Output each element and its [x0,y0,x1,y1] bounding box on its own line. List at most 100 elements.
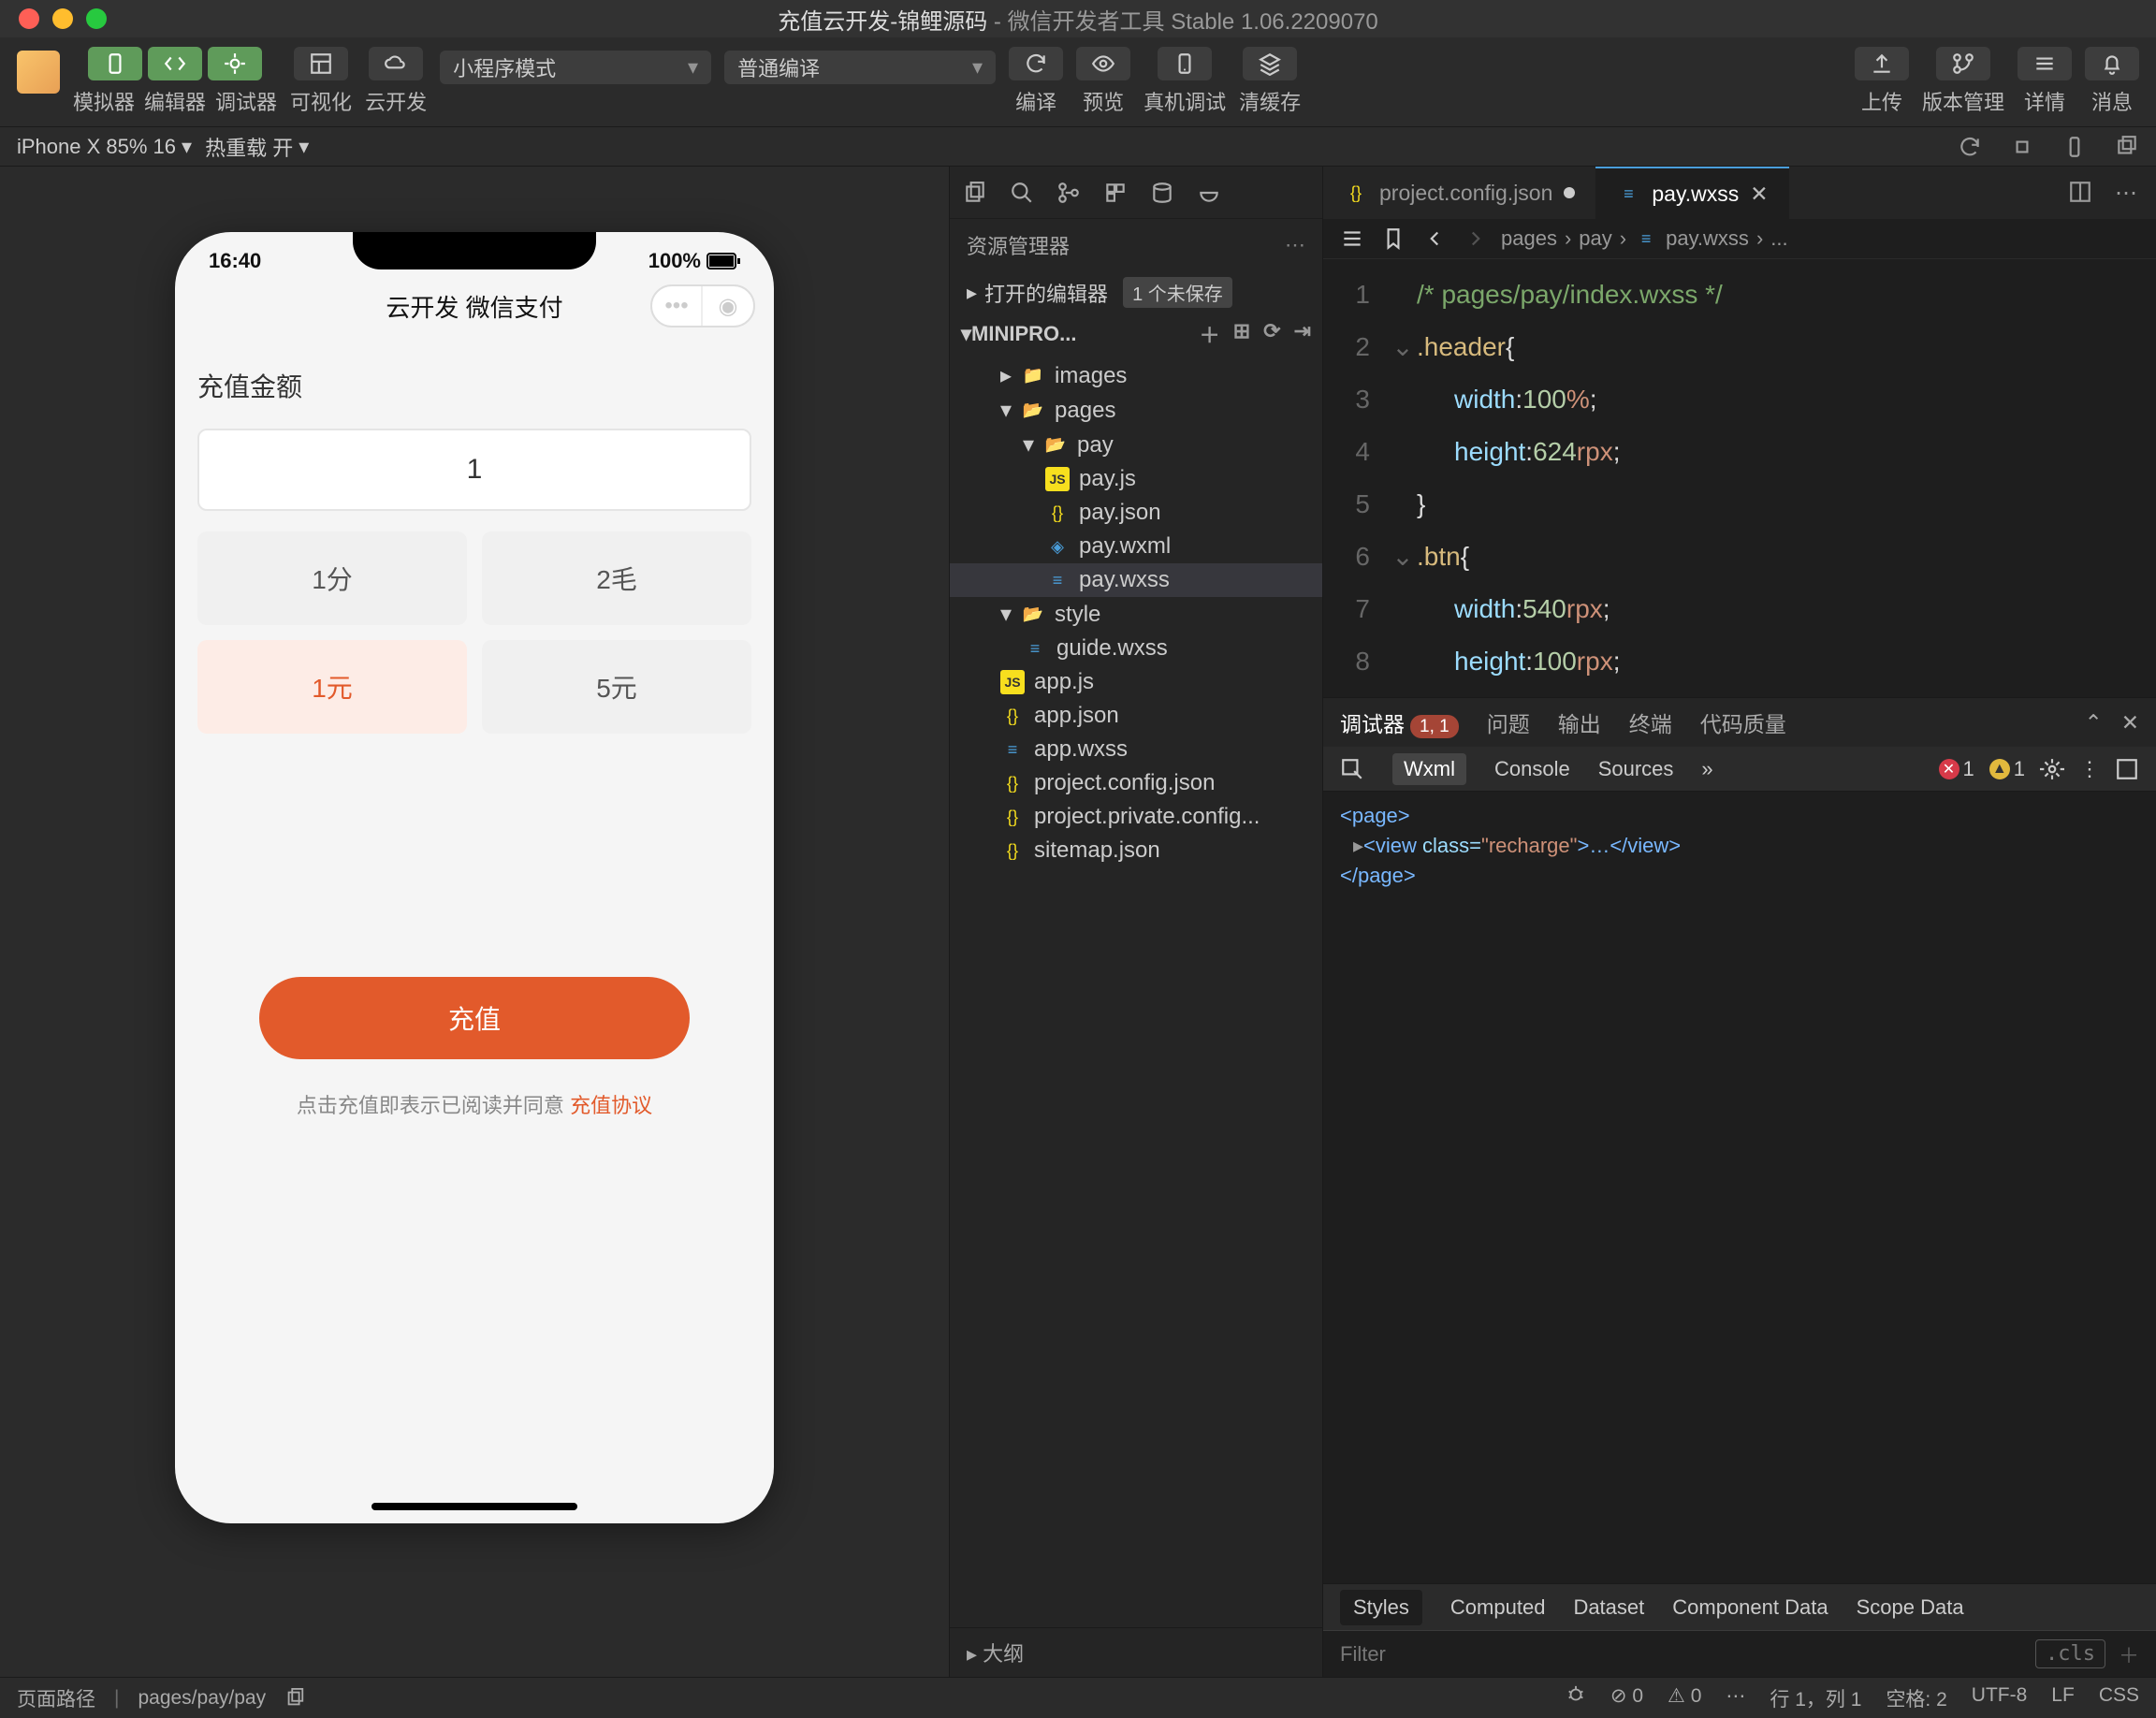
styles-tab-dataset[interactable]: Dataset [1573,1595,1644,1620]
dbg-tab-output[interactable]: 输出 [1558,706,1601,738]
more-icon[interactable]: ⋮ [2079,757,2100,781]
styles-tab-styles[interactable]: Styles [1340,1590,1422,1625]
chevron-up-icon[interactable]: ⌃ [2084,710,2102,735]
visualize-button[interactable] [294,47,348,80]
remote-debug-button[interactable] [1158,47,1212,80]
tree-file-pay-json[interactable]: {}pay.json [950,496,1322,530]
upload-button[interactable] [1855,47,1909,80]
styles-tab-scope-data[interactable]: Scope Data [1857,1595,1964,1620]
close-icon[interactable]: ✕ [2121,710,2139,735]
collapse-icon[interactable]: ⇥ [1294,319,1311,349]
more-icon[interactable]: ⋯ [1726,1684,1745,1712]
list-icon[interactable] [1340,226,1364,251]
git-icon[interactable] [1056,181,1081,205]
files-icon[interactable] [963,181,987,205]
dbg-tab-quality[interactable]: 代码质量 [1700,706,1786,738]
amount-pill-1[interactable]: 1分 [197,531,467,625]
mode-dropdown[interactable]: 小程序模式▾ [440,51,711,84]
split-icon[interactable] [2068,180,2092,204]
status-cursor[interactable]: 行 1，列 1 [1770,1684,1861,1712]
bug-icon[interactable] [1566,1684,1586,1705]
status-indent[interactable]: 空格: 2 [1886,1684,1946,1712]
editor-toggle[interactable] [148,47,202,80]
tree-file-pay-wxml[interactable]: ◈pay.wxml [950,530,1322,563]
close-icon[interactable]: ✕ [1750,182,1768,207]
tree-file-sitemap[interactable]: {}sitemap.json [950,834,1322,867]
zoom-window-icon[interactable] [86,8,107,29]
compile-dropdown[interactable]: 普通编译▾ [724,51,996,84]
more-icon[interactable]: ⋯ [2115,180,2137,207]
close-window-icon[interactable] [19,8,39,29]
popup-icon[interactable] [2115,135,2139,159]
recharge-button[interactable]: 充值 [259,977,690,1059]
amount-pill-3[interactable]: 1元 [197,640,467,734]
tree-file-project-config[interactable]: {}project.config.json [950,766,1322,800]
back-icon[interactable] [1422,226,1447,251]
version-button[interactable] [1936,47,1990,80]
amount-input[interactable]: 1 [197,429,751,511]
add-style-icon[interactable]: ＋ [2119,1639,2139,1669]
filter-input[interactable]: Filter [1340,1642,1386,1667]
detail-button[interactable] [2018,47,2072,80]
search-icon[interactable] [1010,181,1034,205]
styles-tab-component-data[interactable]: Component Data [1672,1595,1828,1620]
dbg-tab-problems[interactable]: 问题 [1487,706,1530,738]
clear-cache-button[interactable] [1243,47,1297,80]
code-editor[interactable]: 1/* pages/pay/index.wxss */ 2⌄.header{ 3… [1323,259,2156,697]
devtools-tab-console[interactable]: Console [1494,757,1570,781]
status-language[interactable]: CSS [2099,1684,2139,1712]
tree-file-pay-js[interactable]: JSpay.js [950,462,1322,496]
tree-folder-style[interactable]: ▾📂style [950,597,1322,632]
preview-button[interactable] [1076,47,1130,80]
capsule-close-icon[interactable]: ◉ [703,286,753,326]
amount-pill-2[interactable]: 2毛 [482,531,751,625]
bowl-icon[interactable] [1197,181,1221,205]
dock-icon[interactable] [2115,757,2139,781]
inspect-icon[interactable] [1340,757,1364,781]
project-header[interactable]: ▾ MINIPRO... ＋ ⊞ ⟳ ⇥ [950,313,1322,355]
warning-badge[interactable]: ▲1 [1989,757,2025,781]
agreement-link[interactable]: 充值协议 [570,1094,652,1117]
status-eol[interactable]: LF [2051,1684,2075,1712]
tree-file-app-json[interactable]: {}app.json [950,699,1322,733]
simulator-toggle[interactable] [88,47,142,80]
hotreload-dropdown[interactable]: 热重载 开▾ [205,132,309,162]
amount-pill-4[interactable]: 5元 [482,640,751,734]
devtools-more-icon[interactable]: » [1701,757,1712,781]
refresh-icon[interactable]: ⟳ [1263,319,1280,349]
copy-icon[interactable] [284,1688,305,1709]
gear-icon[interactable] [2040,757,2064,781]
avatar[interactable] [17,51,60,94]
stop-icon[interactable] [2010,135,2034,159]
tab-pay-wxss[interactable]: ≡pay.wxss✕ [1595,167,1788,219]
tab-project-config[interactable]: {}project.config.json [1323,167,1595,219]
tree-file-project-private[interactable]: {}project.private.config... [950,800,1322,834]
devtools-tab-wxml[interactable]: Wxml [1392,753,1466,785]
compile-button[interactable] [1009,47,1063,80]
tree-folder-pay[interactable]: ▾📂pay [950,428,1322,462]
styles-tab-computed[interactable]: Computed [1450,1595,1546,1620]
outline-section[interactable]: ▸ 大纲 [950,1627,1322,1677]
wxml-tree[interactable]: <page> ▸<view class="recharge">…</view> … [1323,792,2156,900]
status-warnings[interactable]: ⚠ 0 [1668,1684,1701,1712]
tree-file-guide-wxss[interactable]: ≡guide.wxss [950,632,1322,665]
tree-file-app-js[interactable]: JSapp.js [950,665,1322,699]
status-errors[interactable]: ⊘ 0 [1610,1684,1643,1712]
dbg-tab-debugger[interactable]: 调试器1, 1 [1340,706,1459,738]
tree-folder-images[interactable]: ▸📁images [950,358,1322,393]
new-file-icon[interactable]: ＋ [1200,319,1220,349]
cls-button[interactable]: .cls [2035,1639,2105,1668]
tree-file-app-wxss[interactable]: ≡app.wxss [950,733,1322,766]
debugger-toggle[interactable] [208,47,262,80]
capsule-menu-icon[interactable]: ••• [652,286,703,326]
sync-icon[interactable] [1958,135,1982,159]
devtools-tab-sources[interactable]: Sources [1598,757,1674,781]
error-badge[interactable]: ✕1 [1939,757,1974,781]
minimize-window-icon[interactable] [52,8,73,29]
message-button[interactable] [2085,47,2139,80]
forward-icon[interactable] [1464,226,1488,251]
new-folder-icon[interactable]: ⊞ [1233,319,1250,349]
bookmark-icon[interactable] [1381,226,1406,251]
device-dropdown[interactable]: iPhone X 85% 16▾ [17,135,192,159]
status-path-value[interactable]: pages/pay/pay [138,1687,266,1710]
